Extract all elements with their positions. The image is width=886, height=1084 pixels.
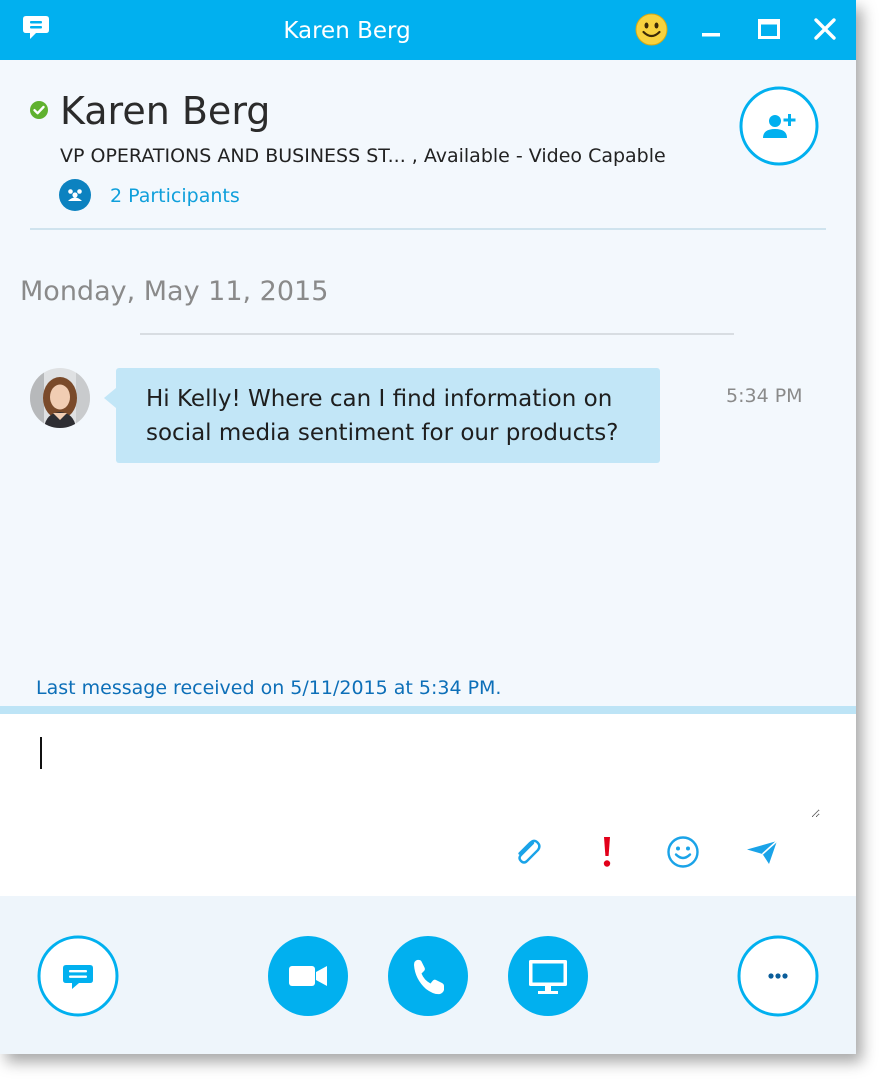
compose-separator [0,706,856,714]
close-icon[interactable] [812,16,838,42]
avatar[interactable] [30,368,90,428]
emoticons-button[interactable] [665,834,701,870]
contact-name[interactable]: Karen Berg [60,86,270,136]
minimize-icon[interactable] [698,16,724,42]
video-call-button[interactable] [267,935,349,1017]
message-timestamp: 5:34 PM [726,385,803,407]
conversation-date: Monday, May 11, 2015 [20,276,329,307]
high-importance-button[interactable] [589,834,625,870]
last-message-status: Last message received on 5/11/2015 at 5:… [36,677,502,699]
exclamation-icon [603,837,611,867]
send-icon [747,840,778,864]
audio-call-button[interactable] [387,935,469,1017]
message-text: Hi Kelly! Where can I find information o… [146,386,619,446]
smiley-icon[interactable] [635,13,668,46]
add-participant-button[interactable] [739,86,819,166]
people-icon[interactable] [59,179,91,211]
message-bubble-tail [104,388,116,408]
contact-title-status: VP OPERATIONS AND BUSINESS ST... , Avail… [60,145,666,167]
paperclip-icon [518,839,541,864]
ellipsis-icon [768,973,788,979]
more-options-button[interactable] [737,935,819,1017]
smiley-outline-icon [667,836,699,868]
title-bar: Karen Berg [0,0,856,60]
text-caret [40,737,42,769]
header-divider [30,228,826,230]
maximize-icon[interactable] [756,16,782,42]
presence-available-icon [29,100,49,120]
im-button[interactable] [37,935,119,1017]
participants-link[interactable]: 2 Participants [110,182,240,210]
share-screen-button[interactable] [507,935,589,1017]
send-button[interactable] [744,834,780,870]
date-divider [140,333,734,335]
window-title: Karen Berg [283,18,411,44]
message-input[interactable] [30,728,820,818]
conversation-window: Karen Berg Karen Berg VP OPERATIONS AND … [0,0,856,1054]
attach-file-button[interactable] [510,834,546,870]
